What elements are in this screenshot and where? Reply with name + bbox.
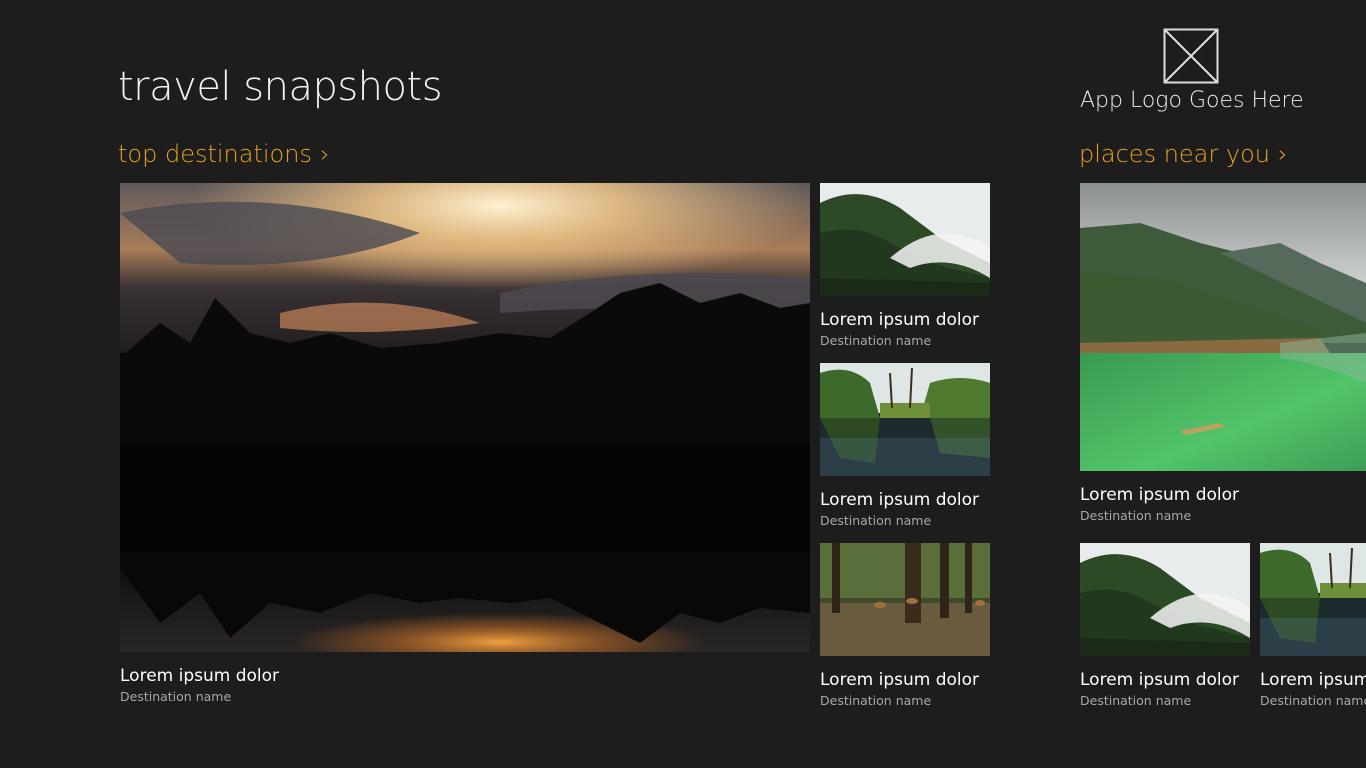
- destination-tile-2[interactable]: [820, 183, 990, 296]
- app-logo: App Logo Goes Here: [1080, 28, 1304, 113]
- place-title: Lorem ipsum dolor: [1080, 670, 1240, 690]
- place-caption-3: Lorem ipsum dolor Destination name: [1260, 668, 1366, 710]
- destination-caption-3: Lorem ipsum dolor Destination name: [820, 488, 979, 530]
- destination-subtitle: Destination name: [820, 513, 932, 528]
- destination-subtitle: Destination name: [120, 689, 232, 704]
- place-tile-2[interactable]: [1080, 543, 1250, 656]
- misty-mountain-image: [820, 183, 990, 296]
- section-header-label: places near you: [1079, 140, 1270, 168]
- chevron-right-icon: ›: [1277, 140, 1288, 168]
- destination-caption-2: Lorem ipsum dolor Destination name: [820, 308, 979, 350]
- place-caption-hero: Lorem ipsum dolor Destination name: [1080, 483, 1239, 525]
- chevron-right-icon: ›: [319, 140, 330, 168]
- destination-subtitle: Destination name: [820, 333, 932, 348]
- destination-title: Lorem ipsum dolor: [820, 670, 980, 690]
- place-subtitle: Destination name: [1080, 508, 1192, 523]
- logo-text: App Logo Goes Here: [1080, 88, 1304, 113]
- section-header-label: top destinations: [118, 140, 312, 168]
- place-tile-hero[interactable]: [1080, 183, 1366, 471]
- place-caption-2: Lorem ipsum dolor Destination name: [1080, 668, 1239, 710]
- destination-tile-4[interactable]: [820, 543, 990, 656]
- page-title: travel snapshots: [118, 64, 443, 110]
- destination-title: Lorem ipsum dolor: [120, 666, 280, 686]
- mountain-lake-image: [1080, 183, 1366, 471]
- destination-title: Lorem ipsum dolor: [820, 310, 980, 330]
- place-subtitle: Destination name: [1080, 693, 1192, 708]
- place-tile-3[interactable]: [1260, 543, 1366, 656]
- destination-caption-hero: Lorem ipsum dolor Destination name: [120, 664, 279, 706]
- palm-backwater-image: [820, 363, 990, 476]
- section-header-top-destinations[interactable]: top destinations ›: [118, 137, 330, 171]
- misty-mountain-image: [1080, 543, 1250, 656]
- destination-title: Lorem ipsum dolor: [820, 490, 980, 510]
- section-header-places-near-you[interactable]: places near you ›: [1079, 137, 1288, 171]
- destination-caption-4: Lorem ipsum dolor Destination name: [820, 668, 979, 710]
- destination-tile-hero[interactable]: [120, 183, 810, 652]
- logo-placeholder-icon: [1163, 28, 1219, 84]
- palm-backwater-image: [1260, 543, 1366, 656]
- destination-tile-3[interactable]: [820, 363, 990, 476]
- place-title: Lorem ipsum dolor: [1080, 485, 1240, 505]
- place-title: Lorem ipsum dolor: [1260, 670, 1366, 690]
- forest-deer-image: [820, 543, 990, 656]
- sunset-lake-image: [120, 183, 810, 652]
- place-subtitle: Destination name: [1260, 693, 1366, 708]
- destination-subtitle: Destination name: [820, 693, 932, 708]
